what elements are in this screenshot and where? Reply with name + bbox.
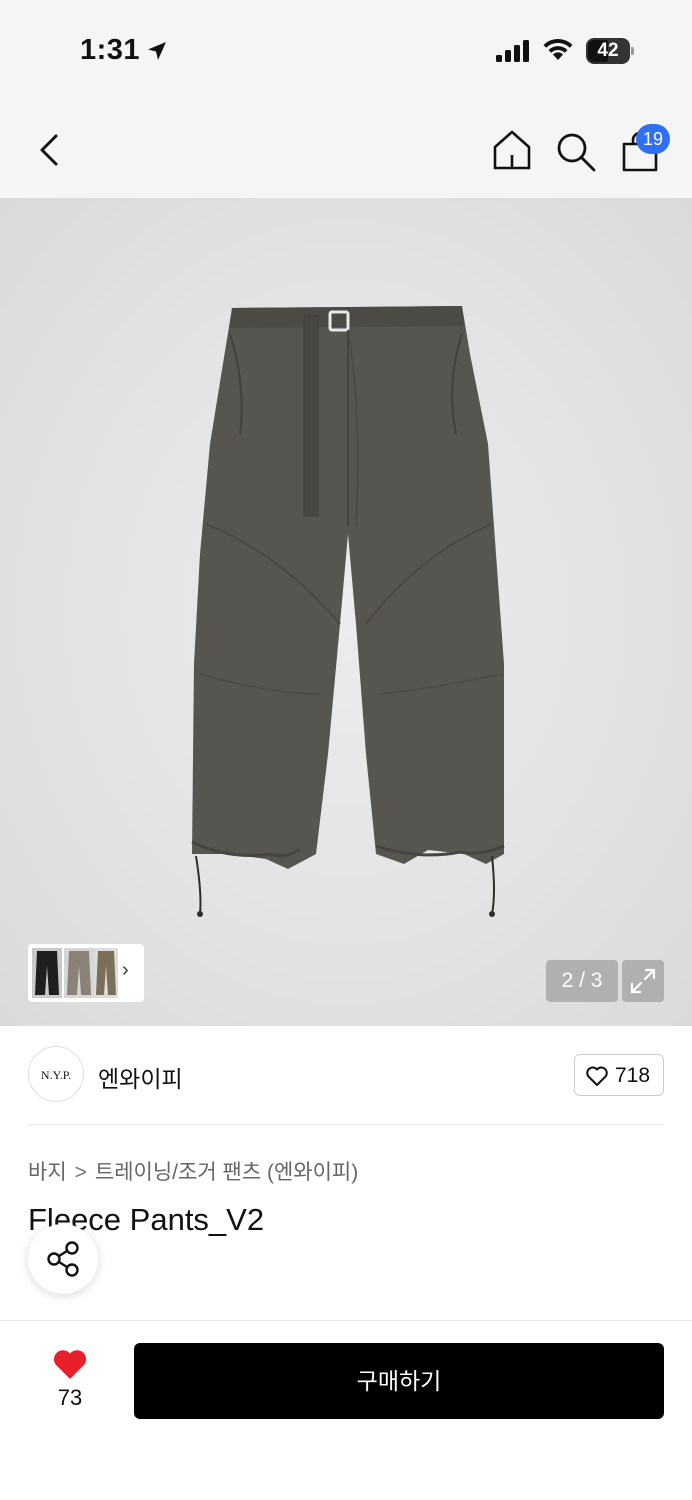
status-time: 1:31 [80, 34, 141, 66]
thumbnail-black-pants[interactable] [32, 948, 62, 998]
divider [28, 1124, 664, 1125]
cart-count-badge: 19 [636, 124, 670, 154]
thumbnail-grey-pants[interactable] [64, 948, 94, 998]
share-icon [47, 1241, 79, 1277]
brand-row: N.Y.P. 엔와이피 718 [0, 1026, 692, 1126]
brand-name[interactable]: 엔와이피 [98, 1060, 183, 1094]
color-variant-thumbnails[interactable]: › [28, 944, 144, 1002]
search-icon[interactable] [554, 130, 598, 174]
home-icon[interactable] [490, 128, 534, 172]
fullscreen-expand-button[interactable] [622, 960, 664, 1002]
breadcrumb-separator: > [74, 1161, 87, 1184]
wifi-icon [543, 38, 573, 60]
heart-filled-icon[interactable] [52, 1347, 88, 1381]
battery-level: 42 [597, 40, 619, 61]
brand-logo[interactable]: N.Y.P. [28, 1046, 84, 1102]
breadcrumb-subcategory[interactable]: 트레이닝/조거 팬츠 (엔와이피) [95, 1161, 358, 1184]
breadcrumb: 바지 > 트레이닝/조거 팬츠 (엔와이피) [28, 1156, 358, 1186]
product-image-gallery[interactable] [0, 198, 692, 1026]
top-nav-bar [0, 100, 692, 198]
wishlist-count: 73 [57, 1385, 83, 1410]
chevron-right-icon[interactable]: › [122, 959, 129, 982]
product-image-fleece-pants [191, 306, 505, 917]
image-counter: 2 / 3 [546, 960, 618, 1002]
brand-like-button[interactable]: 718 [574, 1054, 664, 1096]
buy-button[interactable]: 구매하기 [134, 1343, 664, 1419]
heart-outline-icon [586, 1066, 608, 1086]
status-bar: 1:31 42 [0, 0, 692, 100]
bottom-purchase-bar: 73 구매하기 [0, 1320, 692, 1500]
expand-icon [630, 968, 656, 994]
battery-icon: 42 [586, 38, 634, 64]
location-arrow-icon [148, 42, 166, 60]
brand-like-count: 718 [615, 1064, 651, 1087]
breadcrumb-category[interactable]: 바지 [28, 1161, 67, 1184]
share-button[interactable] [28, 1224, 98, 1294]
thumbnail-beige-pants[interactable] [94, 948, 118, 998]
back-arrow-icon[interactable] [30, 130, 70, 170]
cellular-signal-icon [496, 40, 529, 62]
